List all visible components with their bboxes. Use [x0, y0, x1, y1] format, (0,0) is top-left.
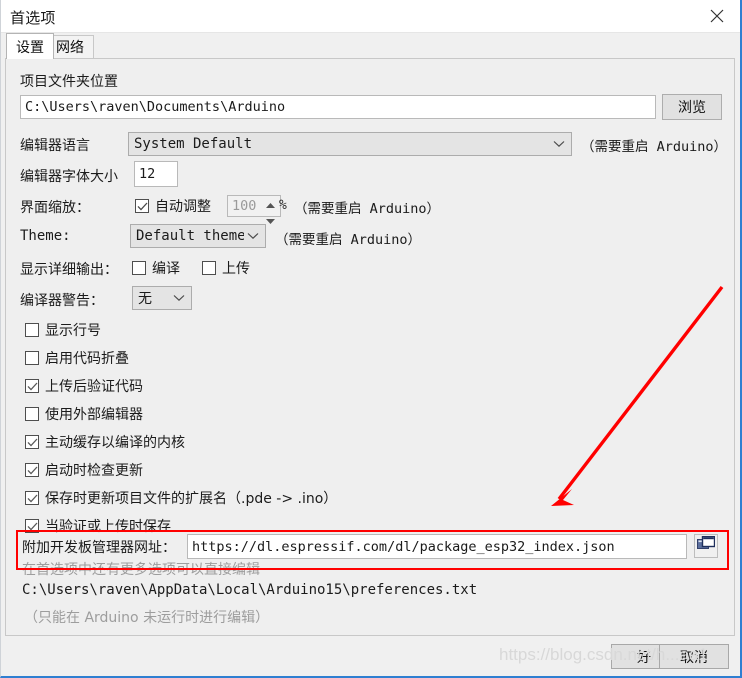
checkbox-label-1: 启用代码折叠 — [45, 351, 129, 367]
checkbox-row-0[interactable]: 显示行号 — [25, 320, 101, 340]
ui-scale-percent-value: 100 — [232, 198, 257, 214]
ui-scale-auto-label: 自动调整 — [155, 199, 211, 215]
aggressively-cache-cores-checkbox[interactable] — [25, 435, 39, 449]
board-manager-urls-open-button[interactable] — [694, 534, 718, 558]
show-line-numbers-checkbox[interactable] — [25, 323, 39, 337]
tab-settings[interactable]: 设置 — [6, 33, 54, 59]
check-updates-on-startup-checkbox[interactable] — [25, 463, 39, 477]
editor-language-value: System Default — [134, 136, 253, 152]
ok-button-label: 好 — [637, 649, 651, 666]
checkbox-row-2[interactable]: 上传后验证代码 — [25, 376, 143, 396]
editor-language-label: 编辑器语言 — [20, 138, 90, 154]
browse-button-label: 浏览 — [678, 100, 706, 116]
board-manager-urls-input[interactable]: https://dl.espressif.com/dl/package_esp3… — [187, 534, 687, 559]
editor-language-select[interactable]: System Default — [128, 132, 572, 156]
cancel-button-label: 取消 — [680, 649, 708, 666]
tab-settings-label: 设置 — [16, 39, 44, 56]
board-manager-urls-label: 附加开发板管理器网址： — [22, 540, 176, 556]
compiler-warnings-label: 编译器警告： — [20, 293, 104, 309]
use-external-editor-checkbox[interactable] — [25, 407, 39, 421]
more-preferences-note: 在首选项中还有更多选项可以直接编辑 — [22, 562, 260, 578]
chevron-down-icon — [550, 140, 568, 148]
ui-scale-auto-checkbox-row[interactable]: 自动调整 — [135, 196, 211, 216]
preferences-edit-hint: （只能在 Arduino 未运行时进行编辑） — [24, 610, 270, 626]
checkbox-label-2: 上传后验证代码 — [45, 379, 143, 395]
ui-scale-percent-symbol: % — [279, 198, 287, 213]
chevron-down-icon — [244, 232, 262, 240]
compiler-warnings-value: 无 — [138, 291, 152, 307]
ui-scale-label: 界面缩放： — [20, 200, 90, 216]
checkbox-row-7[interactable]: 当验证或上传时保存 — [25, 516, 171, 536]
checkbox-row-4[interactable]: 主动缓存以编译的内核 — [25, 432, 185, 452]
verbose-compile-label: 编译 — [152, 261, 180, 277]
checkbox-label-0: 显示行号 — [45, 323, 101, 339]
theme-value: Default theme — [136, 228, 244, 244]
window-copy-icon — [697, 535, 716, 557]
ui-scale-percent-stepper[interactable]: 100 — [227, 195, 281, 224]
board-manager-urls-value: https://dl.espressif.com/dl/package_esp3… — [192, 538, 615, 555]
settings-panel: 项目文件夹位置 C:\Users\raven\Documents\Arduino… — [5, 58, 735, 636]
verbose-output-label: 显示详细输出： — [20, 262, 118, 278]
checkbox-label-6: 保存时更新项目文件的扩展名（.pde -> .ino） — [45, 491, 338, 507]
sketchbook-location-input[interactable]: C:\Users\raven\Documents\Arduino — [20, 95, 656, 119]
chevron-down-icon — [170, 294, 188, 302]
verbose-upload-checkbox[interactable] — [202, 261, 216, 275]
close-icon — [710, 9, 724, 23]
tab-network-label: 网络 — [56, 40, 84, 56]
checkbox-label-3: 使用外部编辑器 — [45, 407, 143, 423]
verify-after-upload-checkbox[interactable] — [25, 379, 39, 393]
checkbox-row-3[interactable]: 使用外部编辑器 — [25, 404, 143, 424]
ui-scale-auto-checkbox[interactable] — [135, 199, 149, 213]
theme-label: Theme: — [20, 228, 71, 244]
verbose-upload-row[interactable]: 上传 — [202, 258, 250, 278]
theme-restart-note: （需要重启 Arduino） — [275, 232, 422, 248]
editor-font-size-value: 12 — [139, 166, 156, 182]
compiler-warnings-select[interactable]: 无 — [132, 286, 192, 310]
dialog-button-bar: 好 取消 — [1, 636, 740, 676]
editor-language-restart-note: （需要重启 Arduino） — [581, 139, 728, 155]
ui-scale-restart-note: （需要重启 Arduino） — [294, 201, 441, 217]
enable-code-folding-checkbox[interactable] — [25, 351, 39, 365]
window-title: 首选项 — [10, 9, 56, 27]
sketchbook-location-value: C:\Users\raven\Documents\Arduino — [25, 99, 286, 115]
sketchbook-location-label: 项目文件夹位置 — [20, 74, 118, 90]
preferences-dialog: 首选项 设置 网络 项目文件夹位置 C:\Users\raven\Documen… — [0, 0, 742, 678]
checkbox-row-5[interactable]: 启动时检查更新 — [25, 460, 143, 480]
close-button[interactable] — [694, 0, 740, 32]
update-sketch-extension-checkbox[interactable] — [25, 491, 39, 505]
editor-font-size-input[interactable]: 12 — [134, 161, 178, 187]
verbose-compile-checkbox[interactable] — [132, 261, 146, 275]
stepper-down-icon[interactable] — [265, 213, 278, 229]
checkbox-row-1[interactable]: 启用代码折叠 — [25, 348, 129, 368]
checkbox-label-7: 当验证或上传时保存 — [45, 519, 171, 535]
tab-strip: 设置 网络 — [1, 33, 740, 59]
verbose-compile-row[interactable]: 编译 — [132, 258, 180, 278]
stepper-up-icon[interactable] — [265, 197, 278, 213]
checkbox-label-5: 启动时检查更新 — [45, 463, 143, 479]
save-on-verify-or-upload-checkbox[interactable] — [25, 519, 39, 533]
checkbox-label-4: 主动缓存以编译的内核 — [45, 435, 185, 451]
stepper-arrows[interactable] — [265, 197, 278, 224]
preferences-file-path: C:\Users\raven\AppData\Local\Arduino15\p… — [22, 582, 478, 598]
cancel-button[interactable]: 取消 — [659, 644, 729, 669]
verbose-upload-label: 上传 — [222, 261, 250, 277]
browse-button[interactable]: 浏览 — [662, 94, 722, 120]
title-bar: 首选项 — [1, 0, 740, 33]
editor-font-size-label: 编辑器字体大小 — [20, 169, 118, 185]
theme-select[interactable]: Default theme — [130, 224, 266, 248]
checkbox-row-6[interactable]: 保存时更新项目文件的扩展名（.pde -> .ino） — [25, 488, 337, 508]
